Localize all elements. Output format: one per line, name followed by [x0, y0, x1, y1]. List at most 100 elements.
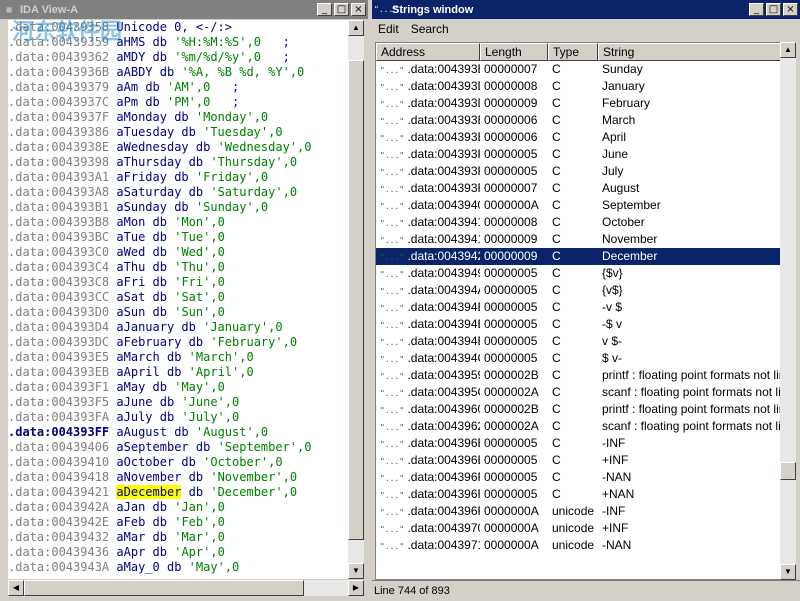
- string-row[interactable]: "..." .data:00439598 0000002B Cprintf : fl…: [376, 367, 781, 384]
- code-line[interactable]: .data:004393EB aApril db 'April',0: [8, 365, 348, 380]
- string-row[interactable]: "..." .data:00439706 0000000A unicode +INF: [376, 520, 781, 537]
- string-label[interactable]: aApr: [116, 545, 145, 559]
- code-line[interactable]: .data:00439359 aHMS db '%H:%M:%S',0 ;: [8, 35, 348, 50]
- string-label[interactable]: aSaturday: [116, 185, 181, 199]
- code-line[interactable]: .data:0043937C aPm db 'PM',0 ;: [8, 95, 348, 110]
- code-line[interactable]: .data:004393CC aSat db 'Sat',0: [8, 290, 348, 305]
- menu-search[interactable]: Search: [405, 22, 455, 36]
- string-label[interactable]: aWednesday: [116, 140, 188, 154]
- code-line[interactable]: .data:00439406 aSeptember db 'September'…: [8, 440, 348, 455]
- string-row[interactable]: "..." .data:004393FA 00000005 C July: [376, 163, 781, 180]
- string-row[interactable]: "..." .data:004393EB 00000006 C April: [376, 129, 781, 146]
- string-label[interactable]: aHMS: [116, 35, 145, 49]
- code-line[interactable]: .data:004393A1 aFriday db 'Friday',0: [8, 170, 348, 185]
- string-label[interactable]: aWed: [116, 245, 145, 259]
- code-line[interactable]: .data:0043936B aABDY db '%A, %B %d, %Y',…: [8, 65, 348, 80]
- code-line[interactable]: .data:004393E5 aMarch db 'March',0: [8, 350, 348, 365]
- string-label[interactable]: aMay_0: [116, 560, 159, 574]
- code-line[interactable]: .data:0043943A aMay_0 db 'May',0: [8, 560, 348, 575]
- string-label[interactable]: aThursday: [116, 155, 181, 169]
- string-label[interactable]: aNovember: [116, 470, 181, 484]
- code-line[interactable]: .data:004393B1 aSunday db 'Sunday',0: [8, 200, 348, 215]
- string-row[interactable]: "..." .data:004393DC 00000009 C February: [376, 95, 781, 112]
- string-label[interactable]: aSunday: [116, 200, 167, 214]
- string-label[interactable]: aMar: [116, 530, 145, 544]
- string-label[interactable]: aJan: [116, 500, 145, 514]
- code-line[interactable]: .data:00439436 aApr db 'Apr',0: [8, 545, 348, 560]
- string-row[interactable]: "..." .data:00439600 0000002B Cprintf : fl…: [376, 401, 781, 418]
- code-line[interactable]: .data:00439398 aThursday db 'Thursday',0: [8, 155, 348, 170]
- string-label[interactable]: aMonday: [116, 110, 167, 124]
- string-row[interactable]: "..." .data:004396F7 00000005 C +NAN: [376, 486, 781, 503]
- code-line[interactable]: .data:00439410 aOctober db 'October',0: [8, 455, 348, 470]
- code-line[interactable]: .data:00439421 aDecember db 'December',0: [8, 485, 348, 500]
- string-row[interactable]: "..." .data:004394A1 00000005 C {v$}: [376, 282, 781, 299]
- code-line[interactable]: .data:004393F5 aJune db 'June',0: [8, 395, 348, 410]
- string-row[interactable]: "..." .data:004396ED 00000005 C +INF: [376, 452, 781, 469]
- ida-horizontal-scrollbar[interactable]: ◀ ▶: [8, 580, 364, 596]
- code-line[interactable]: .data:00439418 aNovember db 'November',0: [8, 470, 348, 485]
- string-row[interactable]: "..." .data:004394B7 00000005 C -$ v: [376, 316, 781, 333]
- string-row[interactable]: "..." .data:00439710 0000000A unicode -NAN: [376, 537, 781, 554]
- string-label[interactable]: aSeptember: [116, 440, 188, 454]
- strings-vertical-scrollbar[interactable]: ▲ ▼: [780, 42, 796, 580]
- string-label[interactable]: aFri: [116, 275, 145, 289]
- code-line[interactable]: .data:0043942A aJan db 'Jan',0: [8, 500, 348, 515]
- ida-vertical-scrollbar[interactable]: ▲ ▼: [348, 20, 364, 579]
- column-header-address[interactable]: Address: [376, 43, 480, 61]
- code-line[interactable]: .data:004393FF aAugust db 'August',0: [8, 425, 348, 440]
- code-line[interactable]: .data:004393C4 aThu db 'Thu',0: [8, 260, 348, 275]
- code-line[interactable]: .data:004393F1 aMay db 'May',0: [8, 380, 348, 395]
- string-row[interactable]: "..." .data:00439406 0000000A C September: [376, 197, 781, 214]
- string-row[interactable]: "..." .data:004396E8 00000005 C -INF: [376, 435, 781, 452]
- minimize-button[interactable]: _: [749, 3, 764, 16]
- string-label[interactable]: aMon: [116, 215, 145, 229]
- string-row[interactable]: "..." .data:004396F2 00000005 C -NAN: [376, 469, 781, 486]
- string-label[interactable]: aAugust: [116, 425, 167, 439]
- code-line[interactable]: .data:004393C8 aFri db 'Fri',0: [8, 275, 348, 290]
- code-line[interactable]: .data:004393D0 aSun db 'Sun',0: [8, 305, 348, 320]
- strings-list[interactable]: Address Length Type String "..." .data:0…: [375, 42, 782, 580]
- string-label[interactable]: aPm: [116, 95, 138, 109]
- string-row[interactable]: "..." .data:00439418 00000009 C November: [376, 231, 781, 248]
- ida-view-titlebar[interactable]: ▦ IDA View-A _ □ ×: [0, 0, 368, 19]
- string-row[interactable]: "..." .data:004395C3 0000002A Cscanf : flo…: [376, 384, 781, 401]
- disassembly-listing[interactable]: .data:00439358 Unicode 0, <-/:> .data:004…: [8, 20, 348, 579]
- string-row[interactable]: "..." .data:0043962B 0000002A Cscanf : flo…: [376, 418, 781, 435]
- code-line[interactable]: .data:0043942E aFeb db 'Feb',0: [8, 515, 348, 530]
- string-row[interactable]: "..." .data:004394B2 00000005 C -v $: [376, 299, 781, 316]
- column-header-type[interactable]: Type: [548, 43, 598, 61]
- string-row[interactable]: "..." .data:004393F5 00000005 C June: [376, 146, 781, 163]
- string-label[interactable]: aMDY: [116, 50, 145, 64]
- string-label[interactable]: aSat: [116, 290, 145, 304]
- scroll-thumb[interactable]: [348, 60, 364, 540]
- scroll-right-button[interactable]: ▶: [348, 580, 364, 596]
- minimize-button[interactable]: _: [317, 3, 332, 16]
- string-row[interactable]: "..." .data:004393D4 00000008 C January: [376, 78, 781, 95]
- maximize-button[interactable]: □: [334, 3, 349, 16]
- string-row[interactable]: "..." .data:00439421 00000009 C December: [376, 248, 781, 265]
- code-line[interactable]: .data:004393DC aFebruary db 'February',0: [8, 335, 348, 350]
- string-row[interactable]: "..." .data:004396FC 0000000A unicode -INF: [376, 503, 781, 520]
- string-label[interactable]: aMarch: [116, 350, 159, 364]
- menu-edit[interactable]: Edit: [372, 22, 405, 36]
- string-label[interactable]: aApril: [116, 365, 159, 379]
- code-line[interactable]: .data:00439379 aAm db 'AM',0 ;: [8, 80, 348, 95]
- string-label[interactable]: aAm: [116, 80, 138, 94]
- column-header-string[interactable]: String: [598, 43, 781, 61]
- string-label[interactable]: aOctober: [116, 455, 174, 469]
- close-button[interactable]: ×: [783, 3, 798, 16]
- code-line[interactable]: .data:0043937F aMonday db 'Monday',0: [8, 110, 348, 125]
- close-button[interactable]: ×: [351, 3, 366, 16]
- string-label[interactable]: aTue: [116, 230, 145, 244]
- code-line[interactable]: .data:00439386 aTuesday db 'Tuesday',0: [8, 125, 348, 140]
- scroll-thumb[interactable]: [780, 462, 796, 480]
- code-line[interactable]: .data:004393FA aJuly db 'July',0: [8, 410, 348, 425]
- code-line[interactable]: .data:00439358 Unicode 0, <-/:>: [8, 20, 348, 35]
- scroll-down-button[interactable]: ▼: [348, 563, 364, 579]
- string-label[interactable]: aFriday: [116, 170, 167, 184]
- strings-titlebar[interactable]: "..." Strings window _ □ ×: [372, 0, 800, 19]
- string-label[interactable]: aMay: [116, 380, 145, 394]
- column-header-length[interactable]: Length: [480, 43, 548, 61]
- scroll-left-button[interactable]: ◀: [8, 580, 24, 596]
